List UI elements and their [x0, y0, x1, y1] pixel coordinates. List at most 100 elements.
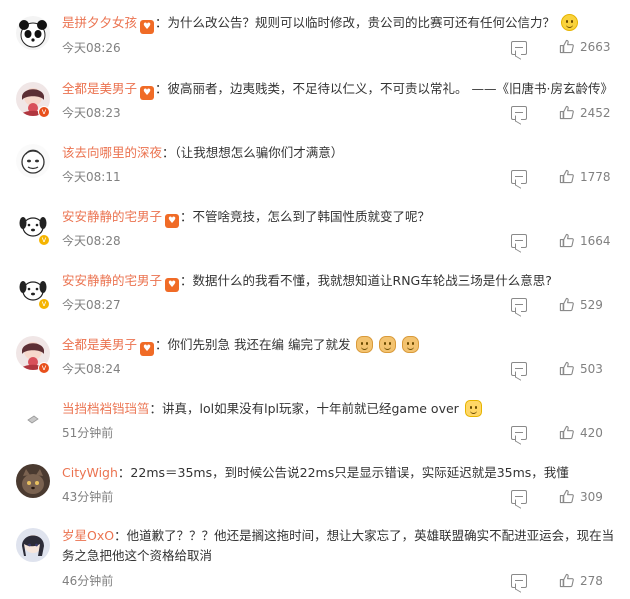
- comment-time: 51分钟前: [62, 426, 114, 440]
- sketch-avatar-icon: [16, 144, 50, 178]
- avatar[interactable]: [16, 144, 50, 178]
- panda-avatar-icon: [16, 16, 50, 50]
- comment-text: 当挡档裆铛珰筜：讲真，lol如果没有lpl玩家，十年前就已经game over: [62, 399, 618, 419]
- comment-time: 今天08:27: [62, 298, 121, 312]
- comment-body: ：为什么改公告？规则可以临时修改，贵公司的比赛可还有任何公信力？: [155, 15, 556, 30]
- thumbs-up-icon: [559, 105, 574, 120]
- thumbs-up-icon: [559, 425, 574, 440]
- like-button[interactable]: 2663: [559, 39, 611, 54]
- reply-icon[interactable]: [511, 234, 527, 248]
- comment-item: v 全都是美男子 ♥ ：你们先别急 我还在编 编完了就发 今天08:24 503: [0, 320, 630, 384]
- like-count: 1778: [580, 169, 611, 184]
- verified-badge-icon: v: [38, 362, 50, 374]
- comment-time: 今天08:28: [62, 234, 121, 248]
- like-count: 309: [580, 489, 603, 504]
- like-button[interactable]: 1778: [559, 169, 611, 184]
- fan-badge-icon: ♥: [140, 342, 155, 356]
- dog-emoji-icon: [379, 336, 397, 353]
- comment-username[interactable]: 当挡档裆铛珰筜: [62, 401, 150, 416]
- reply-icon[interactable]: [511, 298, 527, 312]
- dog-emoji-icon: [356, 336, 374, 353]
- comment-username[interactable]: CityWigh: [62, 465, 118, 480]
- anime-avatar-icon: [16, 528, 50, 562]
- comment-body: ：讲真，lol如果没有lpl玩家，十年前就已经game over: [149, 401, 459, 416]
- comment-item: 岁星OxO：他道歉了？？？他还是搁这拖时间，想让大家忘了，英雄联盟确实不配进亚运…: [0, 512, 630, 599]
- like-button[interactable]: 529: [559, 297, 603, 312]
- comment-item: v 全都是美男子 ♥ ：彼高丽者，边夷贱类，不足待以仁义，不可责以常礼。 ——《旧唐…: [0, 64, 630, 128]
- fist-emoji-icon: [464, 400, 482, 417]
- avatar[interactable]: [16, 400, 50, 434]
- fan-badge-icon: ♥: [165, 214, 180, 228]
- comment-time: 今天08:24: [62, 362, 121, 376]
- like-button[interactable]: 1664: [559, 233, 611, 248]
- like-count: 1664: [580, 233, 611, 248]
- comment-username[interactable]: 该去向哪里的深夜: [62, 145, 162, 160]
- fan-badge-icon: ♥: [140, 20, 155, 34]
- comment-username[interactable]: 安安静静的宅男子: [62, 273, 162, 288]
- like-count: 529: [580, 297, 603, 312]
- comment-text: 岁星OxO：他道歉了？？？他还是搁这拖时间，想让大家忘了，英雄联盟确实不配进亚运…: [62, 526, 618, 566]
- comment-body: ：他道歉了？？？他还是搁这拖时间，想让大家忘了，英雄联盟确实不配进亚运会，现在当…: [62, 528, 615, 563]
- like-button[interactable]: 420: [559, 425, 603, 440]
- like-count: 2452: [580, 105, 611, 120]
- like-button[interactable]: 278: [559, 573, 603, 588]
- comment-text: 全都是美男子 ♥ ：彼高丽者，边夷贱类，不足待以仁义，不可责以常礼。 ——《旧唐书·…: [62, 79, 618, 100]
- reply-icon[interactable]: [511, 106, 527, 120]
- comment-item: 当挡档裆铛珰筜：讲真，lol如果没有lpl玩家，十年前就已经game over …: [0, 384, 630, 448]
- dog-emoji-icon: [402, 336, 420, 353]
- thumbs-up-icon: [559, 39, 574, 54]
- comment-body: ：数据什么的我看不懂，我就想知道让RNG车轮战三场是什么意思?: [180, 273, 552, 288]
- comment-text: 该去向哪里的深夜：（让我想想怎么骗你们才满意）: [62, 143, 618, 163]
- comment-body: ：你们先别急 我还在编 编完了就发: [155, 337, 351, 352]
- like-button[interactable]: 503: [559, 361, 603, 376]
- thumbs-up-icon: [559, 573, 574, 588]
- comment-text: 全都是美男子 ♥ ：你们先别急 我还在编 编完了就发: [62, 335, 618, 356]
- reply-icon[interactable]: [511, 41, 527, 55]
- comment-item: CityWigh：22ms＝35ms，到时候公告说22ms只是显示错误，实际延迟…: [0, 448, 630, 512]
- like-count: 2663: [580, 39, 611, 54]
- comment-text: 安安静静的宅男子 ♥ ：不管啥竞技，怎么到了韩国性质就变了呢？: [62, 207, 618, 228]
- comment-username[interactable]: 是拼夕夕女孩: [62, 15, 137, 30]
- comment-item: v 安安静静的宅男子 ♥ ：不管啥竞技，怎么到了韩国性质就变了呢？ 今天08:28 …: [0, 192, 630, 256]
- reply-icon[interactable]: [511, 426, 527, 440]
- like-button[interactable]: 2452: [559, 105, 611, 120]
- comment-time: 今天08:11: [62, 170, 121, 184]
- avatar[interactable]: [16, 16, 50, 50]
- comment-time: 今天08:26: [62, 41, 121, 55]
- verified-badge-icon: v: [38, 298, 50, 310]
- comment-username[interactable]: 岁星OxO: [62, 528, 114, 543]
- reply-icon[interactable]: [511, 170, 527, 184]
- thumbs-up-icon: [559, 297, 574, 312]
- cat-avatar-icon: [16, 464, 50, 498]
- thumbs-up-icon: [559, 361, 574, 376]
- avatar[interactable]: [16, 528, 50, 562]
- comment-time: 今天08:23: [62, 106, 121, 120]
- like-count: 278: [580, 573, 603, 588]
- thumbs-up-icon: [559, 233, 574, 248]
- like-button[interactable]: 309: [559, 489, 603, 504]
- comment-username[interactable]: 安安静静的宅男子: [62, 209, 162, 224]
- comment-time: 43分钟前: [62, 490, 114, 504]
- like-count: 503: [580, 361, 603, 376]
- comment-body: ：彼高丽者，边夷贱类，不足待以仁义，不可责以常礼。 ——《旧唐书·房玄龄传》: [155, 81, 613, 96]
- comment-text: 安安静静的宅男子 ♥ ：数据什么的我看不懂，我就想知道让RNG车轮战三场是什么意思?: [62, 271, 618, 292]
- reply-icon[interactable]: [511, 574, 527, 588]
- comment-time: 46分钟前: [62, 574, 114, 588]
- reply-icon[interactable]: [511, 490, 527, 504]
- smile-emoji-icon: [561, 14, 579, 31]
- comment-username[interactable]: 全都是美男子: [62, 337, 137, 352]
- avatar[interactable]: [16, 464, 50, 498]
- comment-item: 该去向哪里的深夜：（让我想想怎么骗你们才满意） 今天08:11 1778: [0, 128, 630, 192]
- verified-badge-icon: v: [38, 106, 50, 118]
- fan-badge-icon: ♥: [140, 86, 155, 100]
- comment-body: ：22ms＝35ms，到时候公告说22ms只是显示错误，实际延迟就是35ms，我…: [117, 465, 569, 480]
- reply-icon[interactable]: [511, 362, 527, 376]
- thumbs-up-icon: [559, 489, 574, 504]
- plain-avatar-icon: [16, 400, 50, 434]
- comment-body: ：不管啥竞技，怎么到了韩国性质就变了呢？: [180, 209, 431, 224]
- comment-body: ：（让我想想怎么骗你们才满意）: [162, 145, 344, 160]
- comment-item: v 安安静静的宅男子 ♥ ：数据什么的我看不懂，我就想知道让RNG车轮战三场是什么意…: [0, 256, 630, 320]
- comment-username[interactable]: 全都是美男子: [62, 81, 137, 96]
- comment-item: 是拼夕夕女孩 ♥ ：为什么改公告？规则可以临时修改，贵公司的比赛可还有任何公信力？ …: [0, 0, 630, 64]
- thumbs-up-icon: [559, 169, 574, 184]
